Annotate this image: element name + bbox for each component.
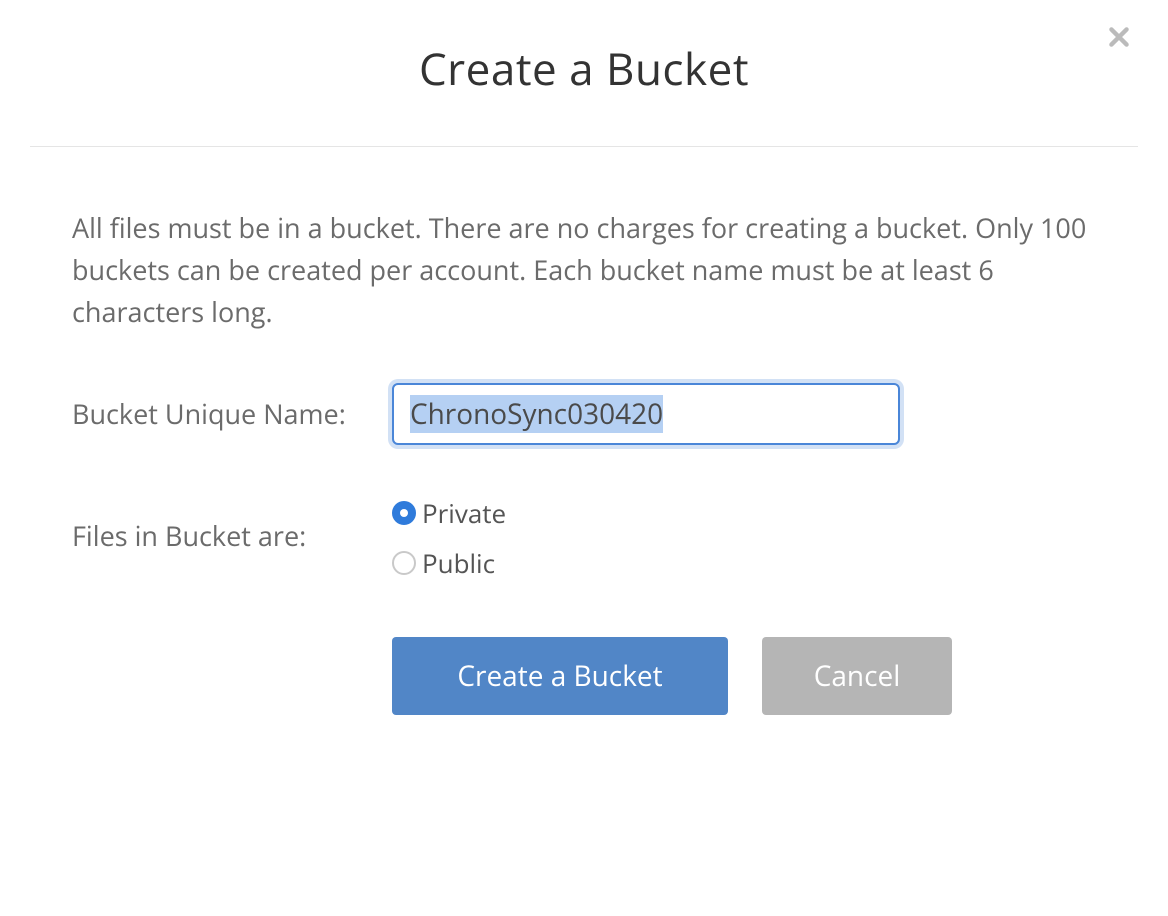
create-bucket-button[interactable]: Create a Bucket [392,637,728,715]
modal-title: Create a Bucket [30,38,1138,98]
cancel-button[interactable]: Cancel [762,637,952,715]
radio-public-label: Public [422,545,495,581]
bucket-name-label: Bucket Unique Name: [72,395,392,432]
modal-header: Create a Bucket [30,0,1138,147]
button-row: Create a Bucket Cancel [392,637,1096,715]
modal-body: All files must be in a bucket. There are… [0,147,1168,715]
radio-public[interactable]: Public [392,545,506,581]
close-button[interactable] [1100,18,1138,56]
radio-private-label: Private [422,495,506,531]
bucket-name-input[interactable] [392,383,900,445]
visibility-radio-group: Private Public [392,495,506,581]
radio-checked-icon [392,501,416,525]
modal-description: All files must be in a bucket. There are… [72,207,1096,333]
bucket-name-row: Bucket Unique Name: [72,383,1096,445]
create-bucket-modal: Create a Bucket All files must be in a b… [0,0,1168,715]
radio-private[interactable]: Private [392,495,506,531]
files-visibility-label: Files in Bucket are: [72,495,392,554]
files-visibility-row: Files in Bucket are: Private Public [72,485,1096,581]
close-icon [1106,24,1132,50]
radio-unchecked-icon [392,551,416,575]
